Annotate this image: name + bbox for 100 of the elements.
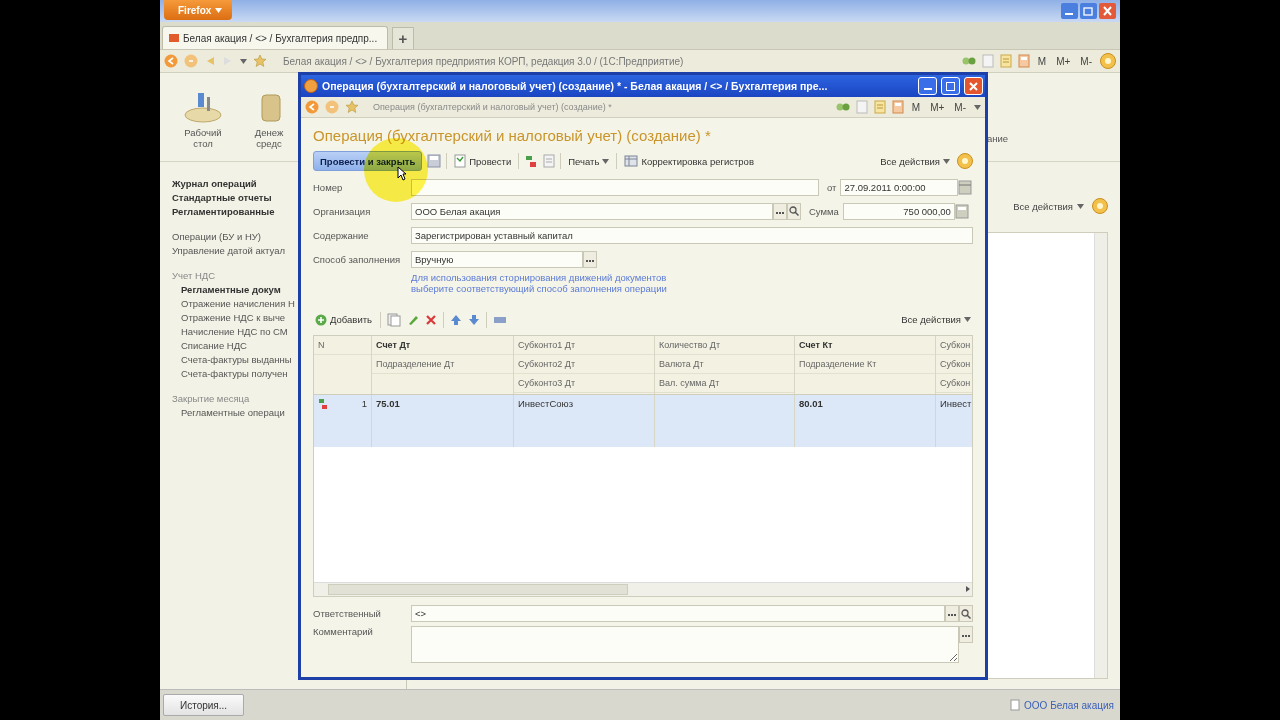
column-header[interactable]: Вал. сумма Дт xyxy=(655,373,794,393)
register-icon[interactable] xyxy=(624,154,639,168)
print-menu-button[interactable]: Печать xyxy=(566,151,612,171)
link-icon[interactable] xyxy=(961,55,976,67)
maximize-button[interactable] xyxy=(941,77,960,95)
memory-button[interactable]: M xyxy=(1035,55,1049,67)
column-header[interactable]: Счет Кт xyxy=(795,335,935,355)
calculator-icon[interactable] xyxy=(954,202,969,220)
new-tab-button[interactable]: + xyxy=(392,27,414,49)
nav-link[interactable]: Счета-фактуры получен xyxy=(181,368,288,379)
nav-link[interactable]: Управление датой актуал xyxy=(172,245,286,256)
browser-tab[interactable]: Белая акация / <> / Бухгалтерия предпр... xyxy=(162,26,388,49)
table-row[interactable]: 1 75.01 ИнвестСоюз 80.01 Инвест xyxy=(314,394,972,447)
input-field[interactable]: ООО Белая акация xyxy=(411,202,773,220)
select-button[interactable] xyxy=(583,250,597,268)
select-button[interactable] xyxy=(945,605,959,623)
favorite-star-icon[interactable] xyxy=(253,54,267,68)
memory-button[interactable]: M+ xyxy=(1054,55,1073,67)
calculator-icon[interactable] xyxy=(1017,54,1030,68)
nav-link[interactable]: Начисление НДС по СМ xyxy=(181,326,288,337)
memory-button[interactable]: M- xyxy=(1078,55,1094,67)
amount-field[interactable]: 750 000,00 xyxy=(842,202,955,220)
column-header[interactable]: Субкон xyxy=(936,335,972,355)
input-field[interactable]: <> xyxy=(411,605,945,623)
nav-link[interactable]: Регламентные докум xyxy=(181,284,281,295)
document-icon[interactable] xyxy=(855,100,868,114)
minimize-icon[interactable] xyxy=(1061,3,1078,19)
nav-link[interactable]: Стандартные отчеты xyxy=(172,192,272,203)
all-actions-button[interactable]: Все действия xyxy=(878,151,952,171)
column-header[interactable]: Валюта Дт xyxy=(655,354,794,374)
edit-icon[interactable] xyxy=(407,313,419,326)
date-field[interactable]: 27.09.2011 0:00:00 xyxy=(840,178,959,196)
minimize-button[interactable] xyxy=(918,77,937,95)
column-header[interactable]: Подразделение Дт xyxy=(372,354,513,374)
link-icon[interactable] xyxy=(835,101,850,113)
back-icon[interactable] xyxy=(305,100,319,114)
close-icon[interactable] xyxy=(1099,3,1116,19)
move-up-icon[interactable] xyxy=(450,313,462,326)
column-header[interactable]: N xyxy=(314,335,371,355)
report-icon[interactable] xyxy=(543,154,556,168)
calculator-icon[interactable] xyxy=(891,100,904,114)
section-button[interactable]: Денеж средс xyxy=(236,73,302,151)
copy-icon[interactable] xyxy=(387,312,401,327)
memory-button[interactable]: M+ xyxy=(928,101,947,113)
post-icon[interactable] xyxy=(454,154,467,168)
nav-link[interactable]: Журнал операций xyxy=(172,178,257,189)
input-field[interactable]: Зарегистрирован уставный капитал xyxy=(411,226,973,244)
column-header[interactable]: Субконто1 Дт xyxy=(514,335,654,355)
column-header[interactable]: Количество Дт xyxy=(655,335,794,355)
memory-button[interactable]: M xyxy=(909,101,923,113)
memory-button[interactable]: M- xyxy=(952,101,968,113)
column-header[interactable]: Субкон xyxy=(936,354,972,374)
column-header[interactable]: Субкон xyxy=(936,373,972,393)
favorite-star-icon[interactable] xyxy=(345,100,359,114)
column-header[interactable]: Подразделение Кт xyxy=(795,354,935,374)
restore-icon[interactable] xyxy=(1080,3,1097,19)
search-button[interactable] xyxy=(787,202,801,220)
toolbar-button[interactable]: Корректировка регистров xyxy=(622,151,756,171)
move-down-icon[interactable] xyxy=(468,313,480,326)
all-actions-button[interactable]: Все действия xyxy=(899,309,973,330)
section-button[interactable]: Рабочий стол xyxy=(170,73,236,151)
nav-link[interactable]: Отражение начисления Н xyxy=(181,298,295,309)
back-icon[interactable] xyxy=(164,54,178,68)
help-icon[interactable] xyxy=(1100,53,1116,69)
save-icon[interactable] xyxy=(427,154,442,168)
nav-link[interactable]: Отражение НДС к выче xyxy=(181,312,286,323)
organization-link[interactable]: ООО Белая акация xyxy=(1024,699,1114,711)
select-button[interactable] xyxy=(959,625,973,643)
search-icon xyxy=(961,608,971,619)
input-field[interactable]: Вручную xyxy=(411,250,583,268)
forward-icon[interactable] xyxy=(184,54,198,68)
nav-link[interactable]: Списание НДС xyxy=(181,340,247,351)
forward-icon[interactable] xyxy=(325,100,339,114)
all-actions-button[interactable]: Все действия xyxy=(1013,200,1084,212)
column-header[interactable]: Счет Дт xyxy=(372,335,513,355)
document-icon[interactable] xyxy=(981,54,994,68)
horizontal-scrollbar[interactable] xyxy=(314,581,972,596)
column-header[interactable]: Субконто2 Дт xyxy=(514,354,654,374)
nav-link[interactable]: Операции (БУ и НУ) xyxy=(172,231,261,242)
column-header[interactable]: Субконто3 Дт xyxy=(514,373,654,393)
scrollbar[interactable] xyxy=(1094,233,1107,678)
close-button[interactable] xyxy=(964,77,983,95)
help-icon[interactable] xyxy=(957,153,973,169)
comment-field[interactable] xyxy=(411,625,959,663)
help-icon[interactable] xyxy=(1092,198,1108,214)
toolbar-button[interactable]: Провести xyxy=(452,151,514,171)
nav-link[interactable]: Регламентированные xyxy=(172,206,275,217)
history-button[interactable]: История... xyxy=(163,694,245,716)
calendar-icon[interactable] xyxy=(958,178,973,196)
delete-icon[interactable] xyxy=(425,313,437,326)
search-button[interactable] xyxy=(959,605,973,623)
add-button[interactable]: Добавить xyxy=(313,309,374,330)
notes-icon[interactable] xyxy=(873,100,886,114)
nav-link[interactable]: Регламентные операци xyxy=(181,407,285,418)
caret-icon[interactable] xyxy=(240,58,247,64)
nav-link[interactable]: Счета-фактуры выданны xyxy=(181,354,292,365)
scroll-right-icon[interactable] xyxy=(964,585,972,594)
caret-icon[interactable] xyxy=(974,104,981,110)
select-button[interactable] xyxy=(773,202,787,220)
notes-icon[interactable] xyxy=(999,54,1012,68)
